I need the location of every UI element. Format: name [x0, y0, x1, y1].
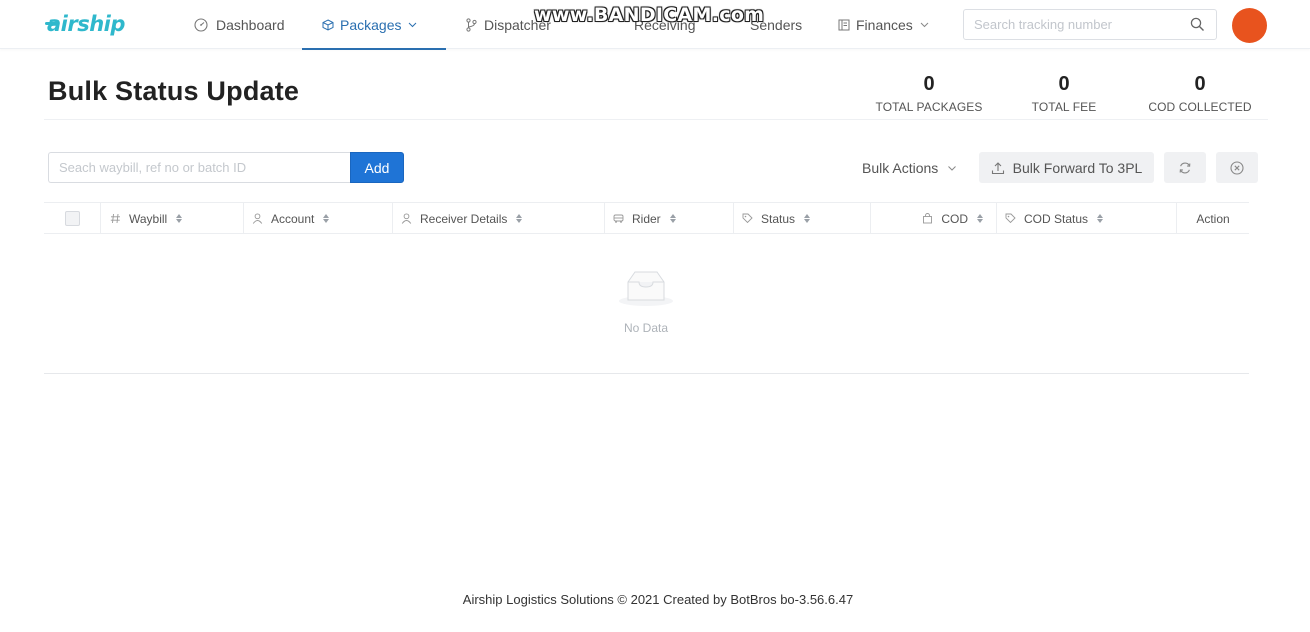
table-bottom-border — [44, 373, 1249, 374]
column-action: Action — [1177, 203, 1249, 234]
column-label: Action — [1196, 211, 1230, 226]
stat-label: TOTAL FEE — [1031, 100, 1097, 114]
column-label: Account — [271, 211, 315, 226]
table-header: Waybill Account Receiver Details Rider S… — [44, 202, 1249, 234]
stat-total-packages: 0 TOTAL PACKAGES — [859, 72, 999, 114]
nav-dashboard-label: Dashboard — [216, 16, 285, 33]
column-receiver-details[interactable]: Receiver Details — [393, 203, 605, 234]
column-label: Waybill — [129, 211, 168, 226]
dashboard-icon — [194, 17, 208, 32]
package-icon — [322, 18, 334, 31]
nav-finances[interactable]: Finances — [838, 0, 929, 49]
empty-state: No Data — [596, 268, 696, 335]
stat-cod-collected: 0 COD COLLECTED — [1130, 72, 1270, 114]
avatar[interactable] — [1232, 8, 1267, 43]
select-all-checkbox[interactable] — [64, 211, 80, 226]
stat-value: 0 — [1058, 73, 1070, 95]
column-account[interactable]: Account — [244, 203, 393, 234]
column-label: COD Status — [1024, 211, 1089, 226]
airship-logo[interactable]: airship — [45, 11, 125, 37]
upload-icon — [991, 161, 1005, 175]
nav-packages-label: Packages — [340, 16, 402, 33]
tracking-search-input[interactable] — [964, 10, 1179, 39]
logo-swoosh — [45, 22, 59, 25]
sort-icon[interactable] — [516, 214, 523, 223]
search-icon[interactable] — [1190, 17, 1205, 32]
column-label: Rider — [632, 211, 661, 226]
sort-icon[interactable] — [1097, 214, 1104, 223]
column-cod[interactable]: COD — [871, 203, 997, 234]
header-divider — [44, 119, 1268, 120]
chevron-down-icon — [408, 20, 417, 29]
close-circle-icon — [1230, 160, 1244, 175]
empty-inbox-icon — [618, 268, 674, 308]
nav-packages[interactable]: Packages — [302, 0, 447, 50]
stat-label: COD COLLECTED — [1148, 100, 1252, 114]
chevron-down-icon — [920, 20, 929, 29]
chevron-down-icon — [947, 163, 957, 173]
clear-button[interactable] — [1216, 152, 1258, 183]
waybill-search[interactable] — [48, 152, 351, 183]
column-cod-status[interactable]: COD Status — [997, 203, 1177, 234]
column-label: COD — [941, 211, 968, 226]
vehicle-icon — [613, 213, 624, 224]
nav-dashboard[interactable]: Dashboard — [194, 0, 285, 49]
stat-value: 0 — [1194, 73, 1206, 95]
column-status[interactable]: Status — [734, 203, 871, 234]
column-rider[interactable]: Rider — [605, 203, 734, 234]
nav-finances-label: Finances — [856, 16, 913, 33]
select-all-cell — [44, 203, 101, 234]
add-button[interactable]: Add — [350, 152, 404, 183]
column-label: Receiver Details — [420, 211, 508, 226]
recording-watermark: www.BANDICAM.com — [534, 4, 765, 26]
sort-icon[interactable] — [804, 214, 811, 223]
branch-icon — [466, 17, 477, 32]
user-icon — [401, 213, 412, 224]
user-icon — [252, 213, 263, 224]
column-label: Status — [761, 211, 796, 226]
refresh-button[interactable] — [1164, 152, 1206, 183]
sort-icon[interactable] — [176, 214, 183, 223]
footer-text: Airship Logistics Solutions © 2021 Creat… — [462, 592, 854, 607]
bulk-forward-label: Bulk Forward To 3PL — [1012, 159, 1143, 176]
sort-icon[interactable] — [323, 214, 330, 223]
tag-icon — [1005, 213, 1016, 224]
bulk-forward-3pl-button[interactable]: Bulk Forward To 3PL — [979, 152, 1154, 183]
page-title: Bulk Status Update — [48, 76, 300, 106]
empty-text: No Data — [623, 321, 669, 335]
stat-value: 0 — [923, 73, 935, 95]
sort-icon[interactable] — [977, 214, 983, 223]
tracking-search[interactable] — [963, 9, 1217, 40]
bulk-actions-dropdown[interactable]: Bulk Actions — [862, 152, 957, 183]
sort-icon[interactable] — [669, 214, 676, 223]
shopping-bag-icon — [922, 213, 933, 224]
column-waybill[interactable]: Waybill — [101, 203, 244, 234]
stat-total-fee: 0 TOTAL FEE — [994, 72, 1134, 114]
stat-label: TOTAL PACKAGES — [875, 100, 983, 114]
ledger-icon — [838, 19, 850, 31]
hash-icon — [110, 213, 121, 224]
waybill-search-input[interactable] — [49, 153, 351, 182]
refresh-icon — [1178, 161, 1192, 175]
tag-icon — [742, 213, 753, 224]
bulk-actions-label: Bulk Actions — [862, 159, 939, 176]
